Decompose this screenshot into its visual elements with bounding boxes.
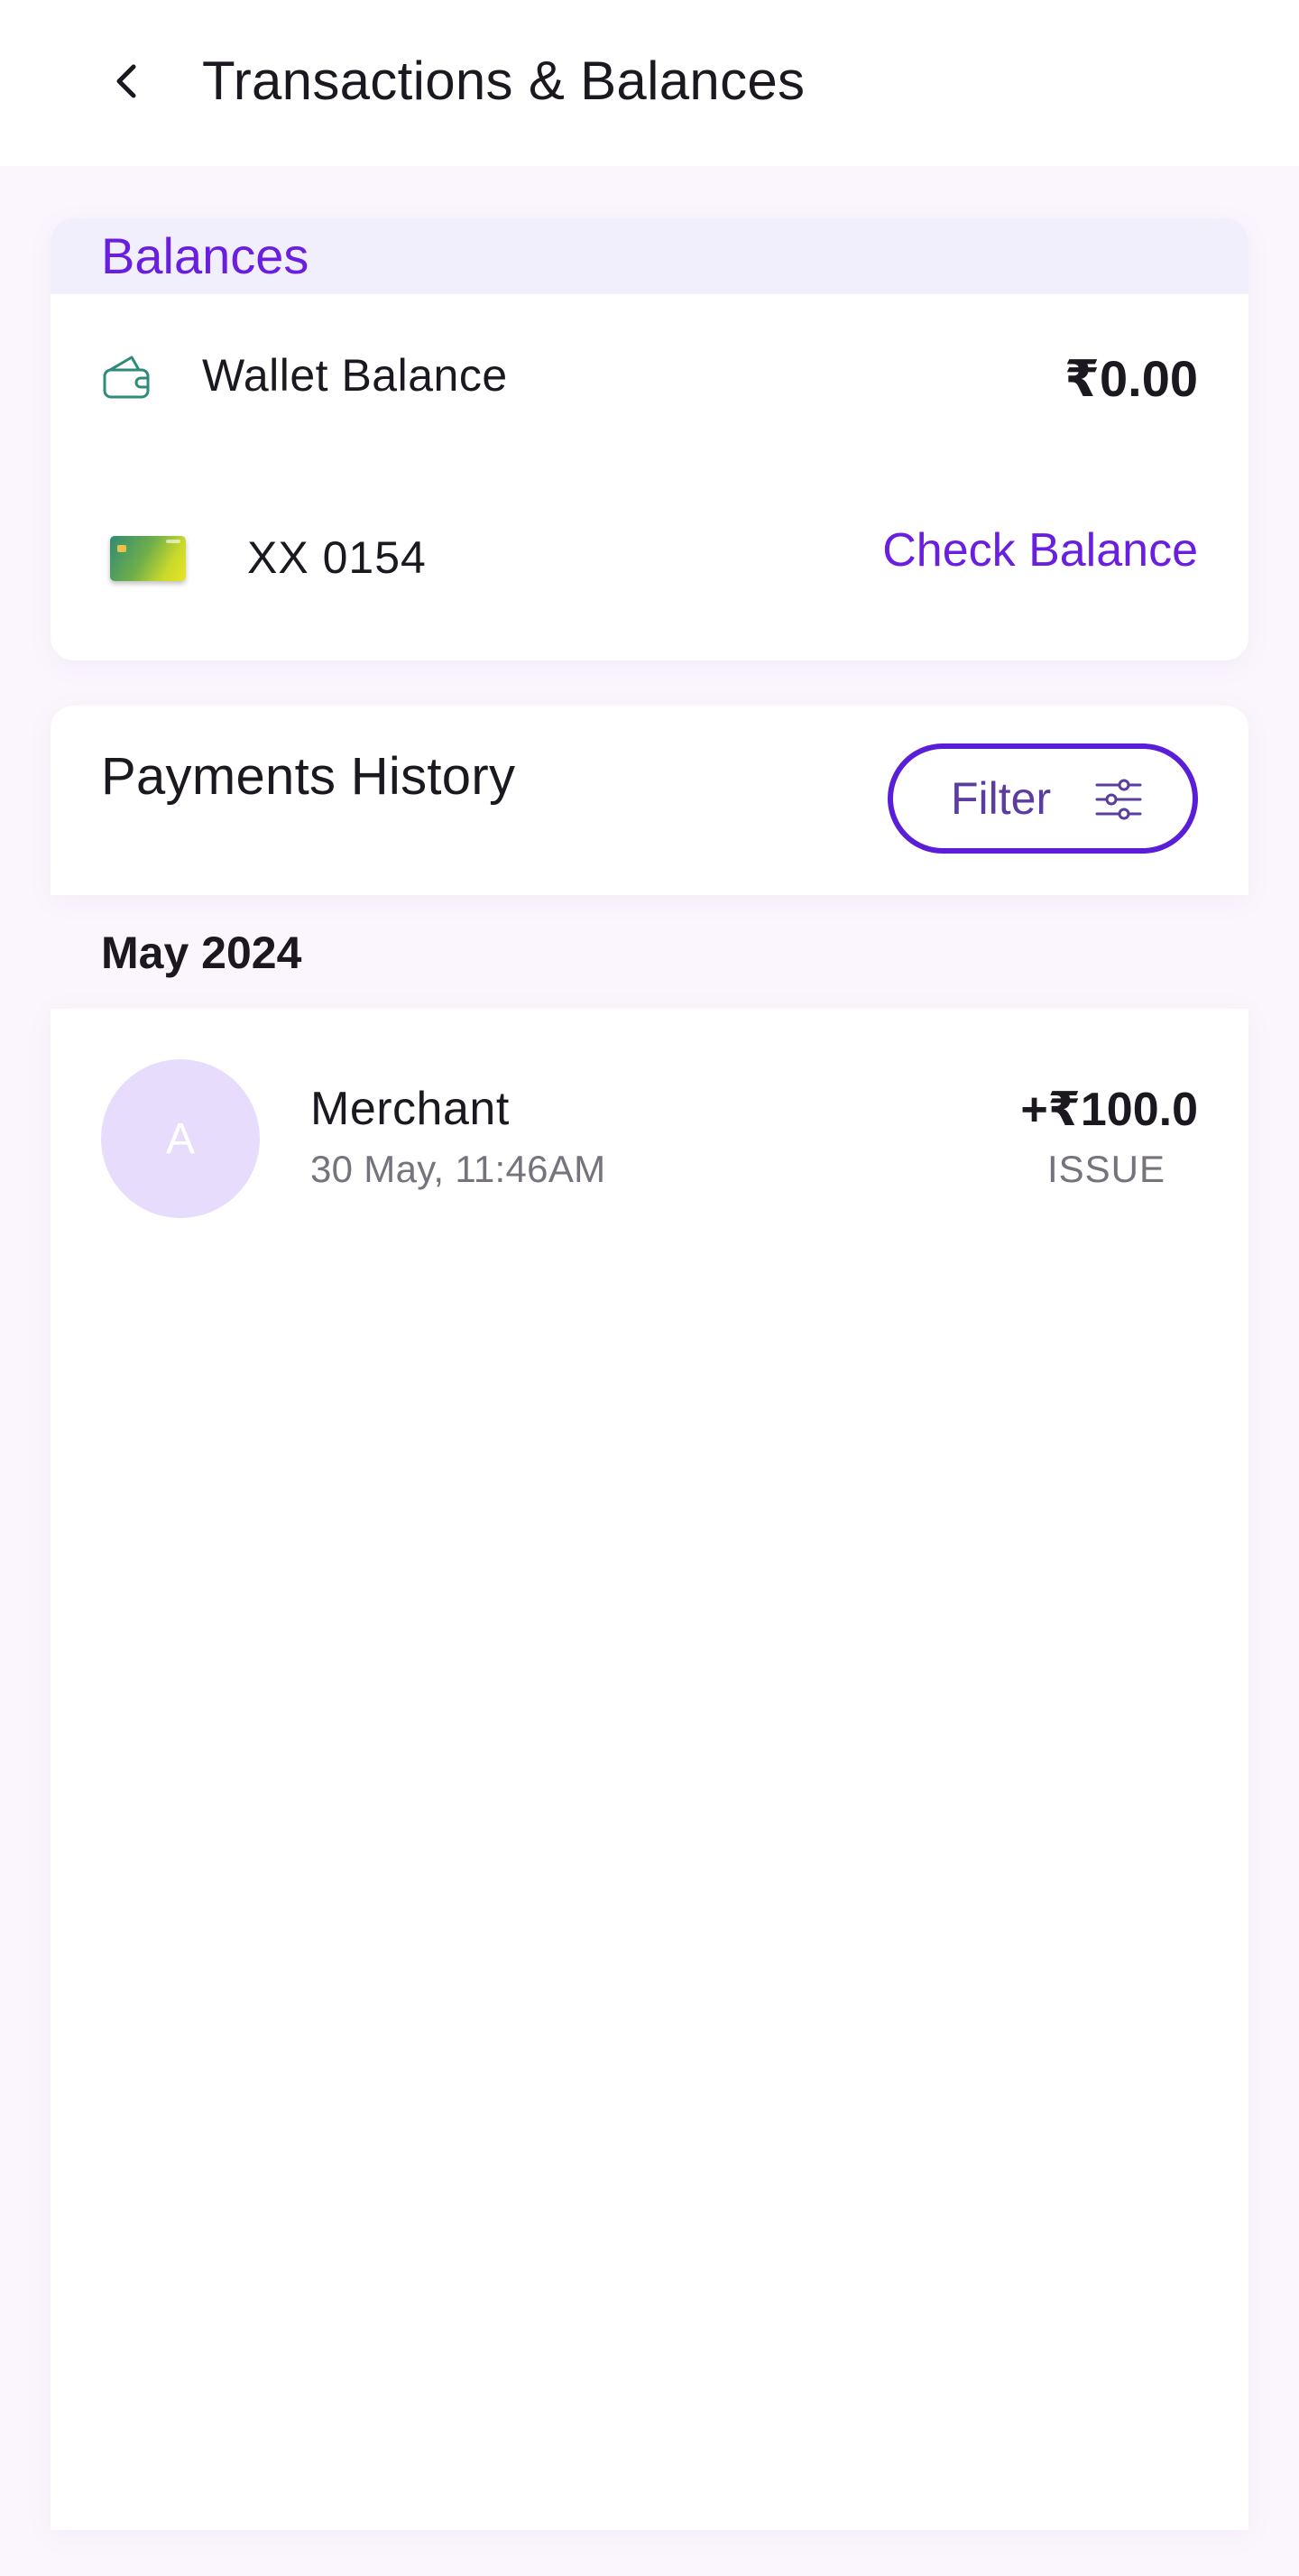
app-header: Transactions & Balances [0, 0, 1299, 166]
avatar: A [101, 1059, 260, 1218]
transaction-merchant-name: Merchant [310, 1083, 510, 1135]
transactions-list: A Merchant 30 May, 11:46AM +₹100.0 ISSUE [51, 1009, 1248, 2530]
card-brand-mark [166, 540, 180, 543]
wallet-balance-amount: ₹0.00 [1064, 350, 1198, 407]
sliders-icon [1095, 779, 1142, 820]
month-group-label: May 2024 [101, 928, 302, 978]
card-number: XX 0154 [247, 532, 427, 583]
page-title: Transactions & Balances [202, 51, 806, 111]
wallet-icon [103, 355, 150, 399]
transaction-amount: +₹100.0 [1020, 1084, 1198, 1136]
payments-history-header: Payments History Filter [51, 706, 1248, 895]
transaction-status: ISSUE [1046, 1148, 1165, 1190]
arrow-left-icon [116, 64, 136, 98]
filter-button[interactable]: Filter [888, 743, 1198, 854]
balances-card: Balances Wallet Balance ₹0.00 XX 0154 Ch… [51, 218, 1248, 660]
wallet-balance-label: Wallet Balance [202, 350, 508, 401]
transaction-row[interactable]: A Merchant 30 May, 11:46AM +₹100.0 ISSUE [51, 1009, 1248, 1218]
payments-history-title: Payments History [101, 747, 516, 806]
card-chip-icon [117, 545, 126, 552]
back-button[interactable] [90, 45, 162, 117]
card-thumbnail [110, 536, 186, 581]
transaction-datetime: 30 May, 11:46AM [310, 1148, 606, 1190]
balances-header: Balances [51, 218, 1248, 294]
filter-label: Filter [951, 773, 1052, 824]
check-balance-link[interactable]: Check Balance [882, 522, 1198, 579]
balances-title: Balances [101, 227, 309, 284]
